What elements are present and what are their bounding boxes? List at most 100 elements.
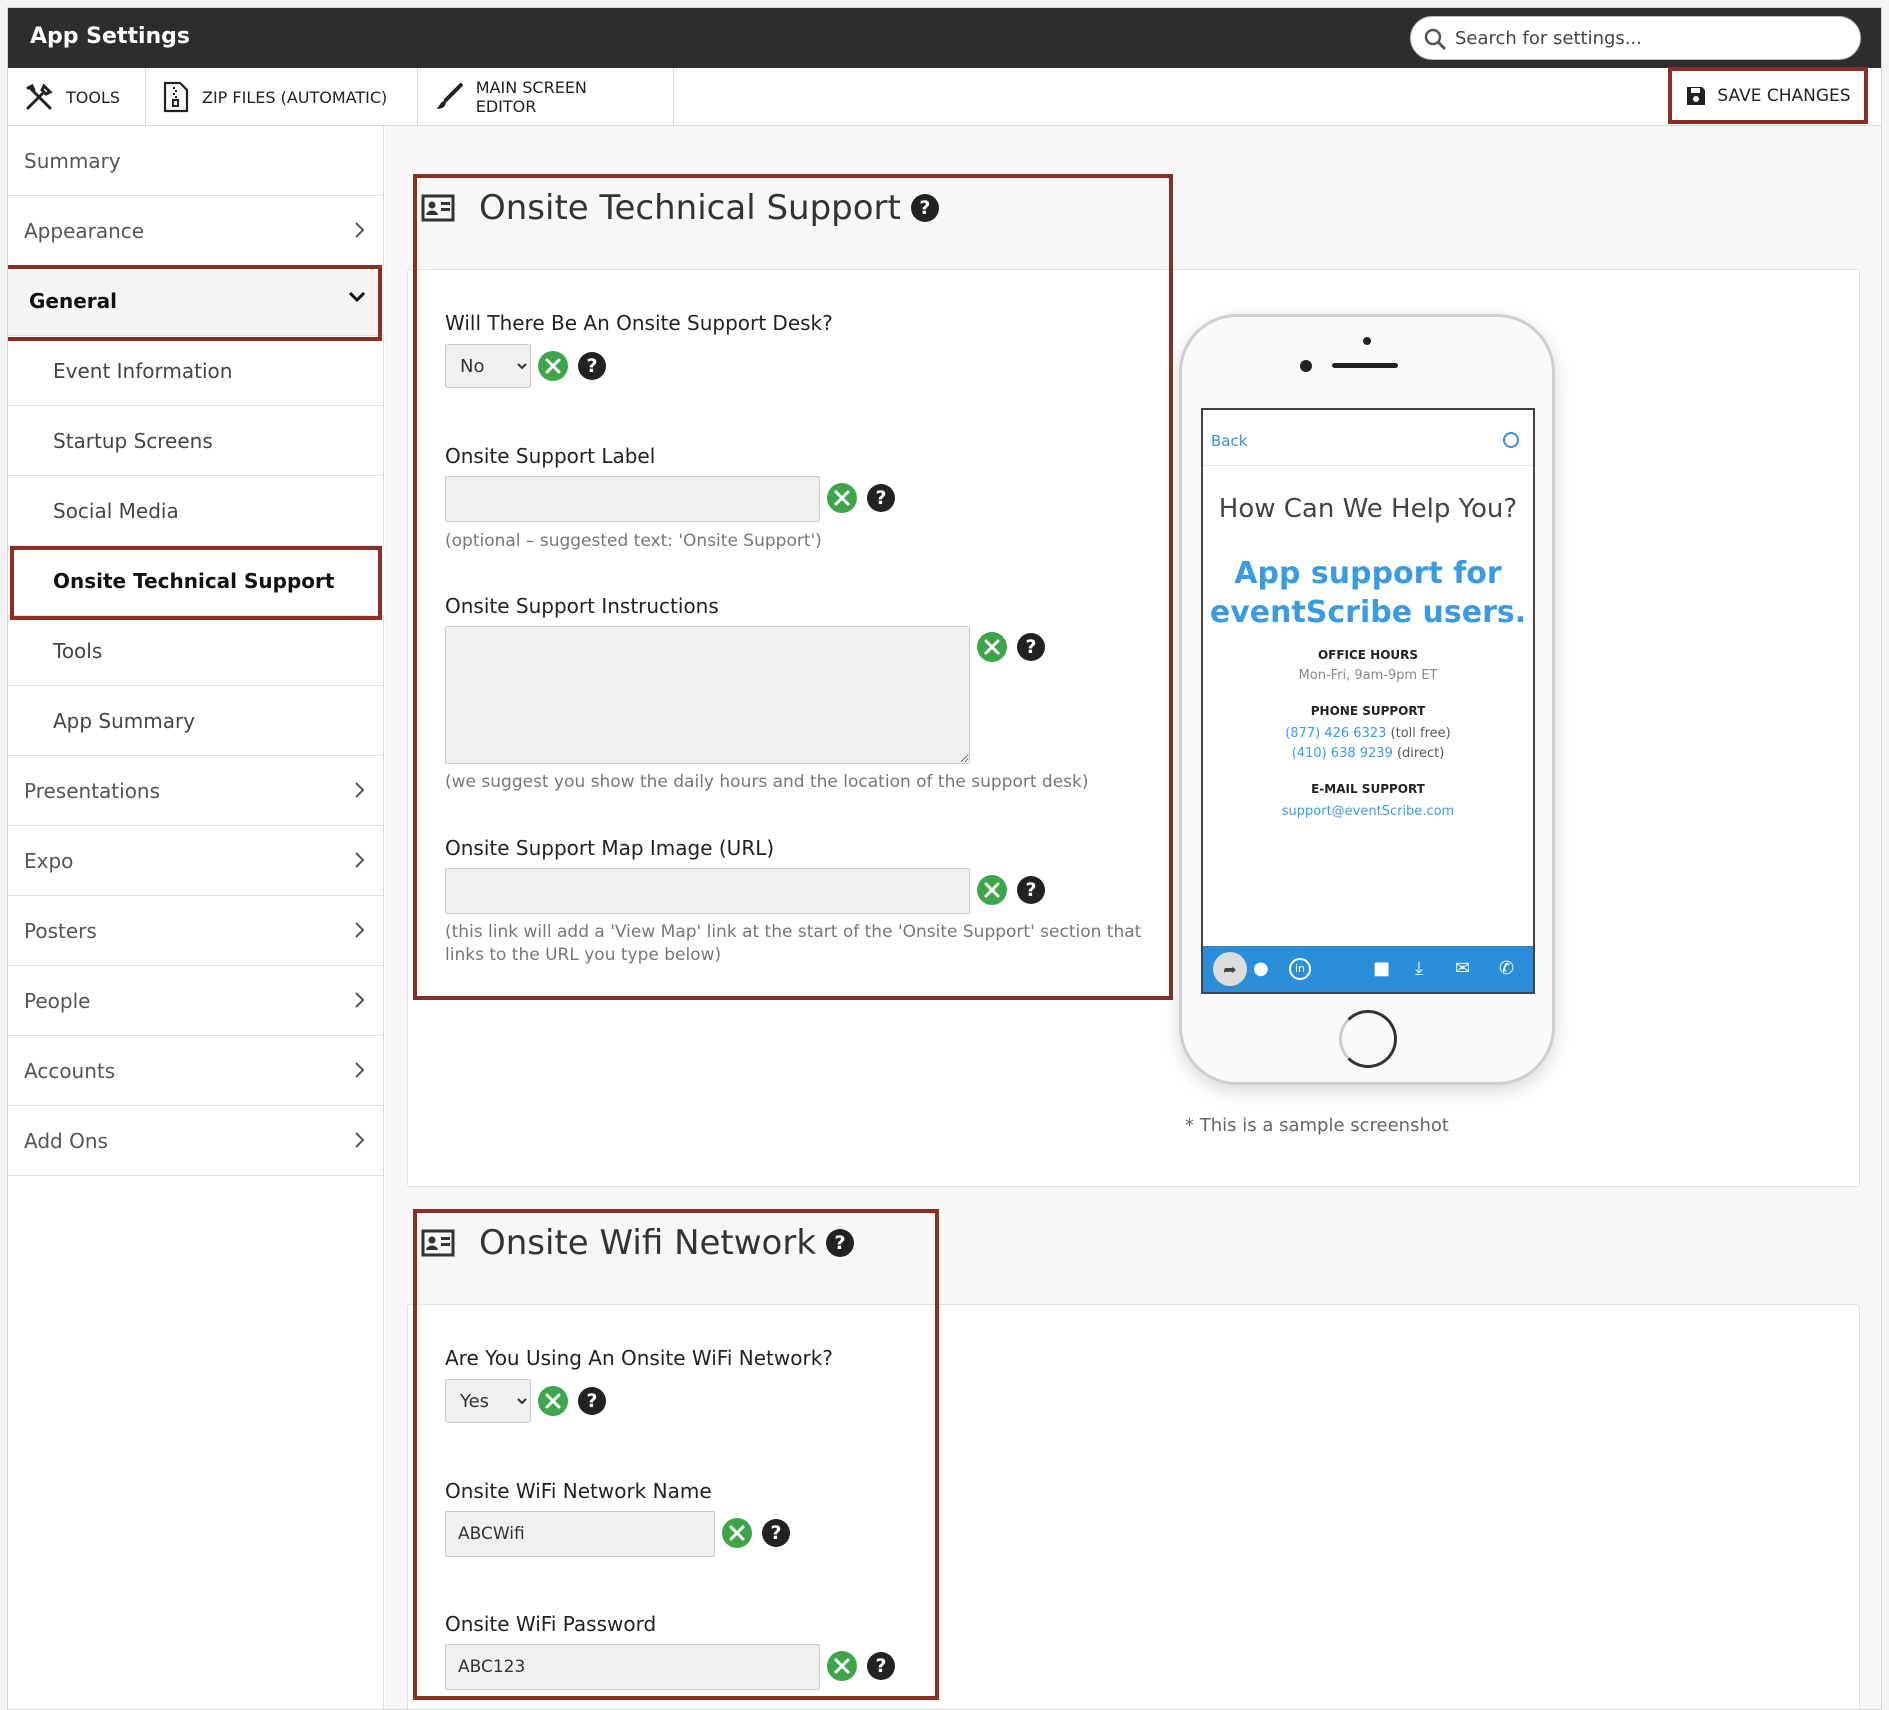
sample-caption: * This is a sample screenshot <box>1185 1115 1449 1136</box>
chevron-right-icon <box>355 922 365 938</box>
sidebar-item-startup-screens[interactable]: Startup Screens <box>8 406 384 476</box>
support-instructions-label: Onsite Support Instructions <box>445 594 719 618</box>
help-icon[interactable]: ? <box>1017 633 1045 661</box>
help-icon[interactable]: ? <box>578 352 606 380</box>
phone-tagline-2: eventScribe users. <box>1209 595 1527 630</box>
sidebar-item-label: Startup Screens <box>53 428 213 453</box>
support-instructions-actions: ? <box>977 632 1045 662</box>
support-label-label: Onsite Support Label <box>445 444 656 468</box>
onsite-support-title: Onsite Technical Support <box>479 188 901 228</box>
save-changes-button[interactable]: SAVE CHANGES <box>1676 75 1860 116</box>
brush-icon <box>436 83 463 109</box>
sidebar-item-posters[interactable]: Posters <box>8 896 384 966</box>
sidebar-item-label: Add Ons <box>24 1128 108 1153</box>
wifi-password-label: Onsite WiFi Password <box>445 1612 657 1636</box>
sidebar-item-general[interactable]: General <box>8 265 384 341</box>
tools-button[interactable]: TOOLS <box>8 68 146 126</box>
support-label-actions: ? <box>827 483 895 513</box>
app-title: App Settings <box>30 24 191 49</box>
sidebar-item-label: Summary <box>24 148 121 173</box>
sidebar-item-accounts[interactable]: Accounts <box>8 1036 384 1106</box>
sidebar-item-presentations[interactable]: Presentations <box>8 756 384 826</box>
onsite-support-heading: Onsite Technical Support ? <box>421 188 939 228</box>
sidebar-item-onsite-technical-support[interactable]: Onsite Technical Support <box>8 546 384 620</box>
chevron-right-icon <box>355 222 365 238</box>
chevron-down-icon <box>348 291 366 303</box>
help-icon[interactable]: ? <box>910 194 939 222</box>
chevron-right-icon <box>355 992 365 1008</box>
sidebar-item-expo[interactable]: Expo <box>8 826 384 896</box>
linkedin-icon: in <box>1289 958 1311 980</box>
twitter-icon: ● <box>1253 958 1269 979</box>
zip-file-icon <box>163 81 189 113</box>
phone-nav-bar: Back <box>1203 410 1533 466</box>
top-bar: App Settings <box>8 8 1881 68</box>
wrench-tool-icon[interactable] <box>722 1518 752 1548</box>
support-map-hint: (this link will add a 'View Map' link at… <box>445 922 1142 965</box>
phone-number-1-line: (877) 426 6323 (toll free) <box>1203 726 1533 741</box>
sidebar-item-label: Accounts <box>24 1058 116 1083</box>
wifi-name-input[interactable] <box>445 1511 715 1557</box>
chevron-right-icon <box>355 852 365 868</box>
sidebar-item-add-ons[interactable]: Add Ons <box>8 1106 384 1176</box>
sidebar-item-event-information[interactable]: Event Information <box>8 336 384 406</box>
sidebar-item-appearance[interactable]: Appearance <box>8 196 384 266</box>
sidebar-item-people[interactable]: People <box>8 966 384 1036</box>
tools-label: TOOLS <box>66 87 121 107</box>
id-card-icon <box>421 194 455 222</box>
sidebar-item-social-media[interactable]: Social Media <box>8 476 384 546</box>
help-icon[interactable]: ? <box>867 484 895 512</box>
phone-number-1: (877) 426 6323 <box>1285 726 1387 741</box>
wrench-tool-icon[interactable] <box>827 483 857 513</box>
support-map-input[interactable] <box>445 868 970 914</box>
zip-files-label: ZIP FILES (AUTOMATIC) <box>202 87 388 107</box>
help-icon[interactable]: ? <box>1017 876 1045 904</box>
sidebar-item-label: Appearance <box>24 218 145 243</box>
sidebar-item-label: Expo <box>24 848 74 873</box>
save-changes-label: SAVE CHANGES <box>1717 85 1851 106</box>
wifi-password-actions: ? <box>827 1651 895 1681</box>
zip-files-button[interactable]: ZIP FILES (AUTOMATIC) <box>146 68 418 126</box>
phone-number-2: (410) 638 9239 <box>1291 746 1393 761</box>
help-icon[interactable]: ? <box>867 1652 895 1680</box>
sidebar-item-tools[interactable]: Tools <box>8 616 384 686</box>
lock-icon: ■ <box>1373 958 1391 979</box>
chevron-right-icon <box>355 782 365 798</box>
wifi-name-actions: ? <box>722 1518 790 1548</box>
sidebar-item-label: Social Media <box>53 498 179 523</box>
phone-camera <box>1300 360 1312 372</box>
sidebar-item-label: General <box>29 288 117 313</box>
wrench-tool-icon[interactable] <box>977 632 1007 662</box>
search-box[interactable] <box>1410 16 1861 60</box>
sidebar-item-label: Tools <box>53 638 103 663</box>
help-icon[interactable]: ? <box>578 1387 606 1415</box>
phone-email: support@eventScribe.com <box>1281 804 1455 819</box>
search-input[interactable] <box>1455 23 1845 53</box>
wrench-tool-icon[interactable] <box>538 351 568 381</box>
support-desk-select[interactable]: No Yes <box>445 344 531 388</box>
help-icon[interactable]: ? <box>826 1229 855 1257</box>
phone-bottom-bar: ➦ ● in ■ ⤓ ✉ ✆ <box>1203 946 1533 992</box>
chevron-right-icon <box>355 1132 365 1148</box>
sidebar-item-app-summary[interactable]: App Summary <box>8 686 384 756</box>
sidebar-item-label: App Summary <box>53 708 196 733</box>
support-instructions-textarea[interactable] <box>445 626 970 764</box>
phone-number-1-note: (toll free) <box>1390 726 1451 741</box>
floppy-disk-icon <box>1687 86 1706 105</box>
support-label-input[interactable] <box>445 476 820 522</box>
search-icon <box>1424 28 1447 51</box>
sidebar-item-label: Posters <box>24 918 97 943</box>
wifi-using-select[interactable]: Yes No <box>445 1379 531 1423</box>
main-screen-editor-button[interactable]: MAIN SCREEN EDITOR <box>418 68 674 126</box>
phone-preview: Back How Can We Help You? App support fo… <box>1179 314 1555 1085</box>
sidebar-item-label: Presentations <box>24 778 161 803</box>
wifi-password-input[interactable] <box>445 1644 820 1690</box>
support-instructions-hint: (we suggest you show the daily hours and… <box>445 772 1089 792</box>
wrench-tool-icon[interactable] <box>538 1386 568 1416</box>
sidebar-item-summary[interactable]: Summary <box>8 126 384 196</box>
phone-icon: ✆ <box>1499 958 1515 979</box>
wifi-using-label: Are You Using An Onsite WiFi Network? <box>445 1346 833 1370</box>
wrench-tool-icon[interactable] <box>977 875 1007 905</box>
wrench-tool-icon[interactable] <box>827 1651 857 1681</box>
help-icon[interactable]: ? <box>762 1519 790 1547</box>
